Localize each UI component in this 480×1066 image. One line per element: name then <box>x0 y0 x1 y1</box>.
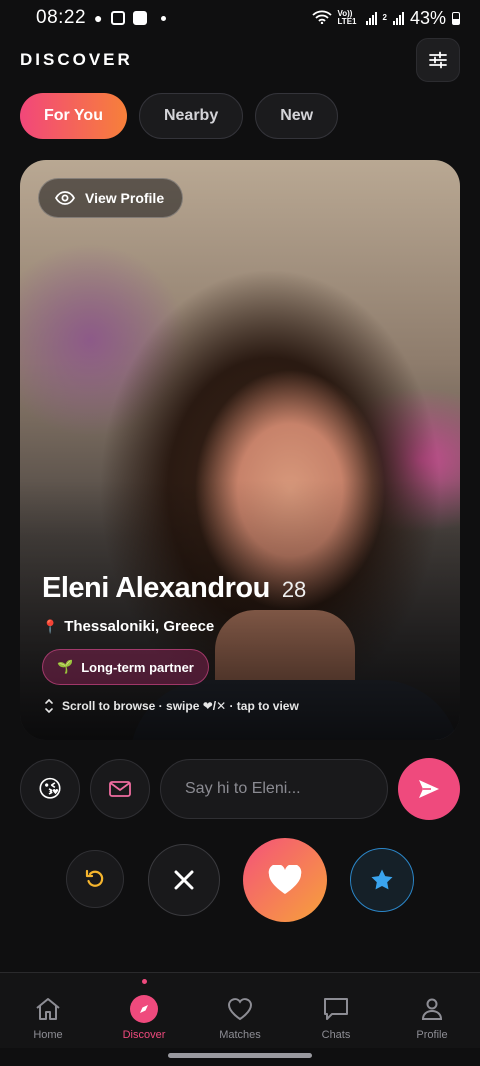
like-button[interactable] <box>243 838 327 922</box>
browse-hint: Scroll to browse · swipe ❤/✕ · tap to vi… <box>44 698 299 714</box>
profile-location: 📍 Thessaloniki, Greece <box>42 618 214 635</box>
battery-icon <box>452 11 460 25</box>
nav-chats-label: Chats <box>321 1029 351 1041</box>
send-icon <box>419 780 439 798</box>
nav-chats[interactable]: Chats <box>288 973 384 1048</box>
profile-card[interactable]: View Profile Eleni Alexandrou 28 📍 Thess… <box>20 160 460 740</box>
view-profile-button[interactable]: View Profile <box>38 178 184 218</box>
location-label: Thessaloniki, Greece <box>64 618 215 635</box>
profile-name: Eleni Alexandrou <box>42 572 270 604</box>
filter-button[interactable] <box>416 38 460 82</box>
signal-2-icon <box>392 11 404 25</box>
tab-nearby[interactable]: Nearby <box>138 93 244 139</box>
nav-home[interactable]: Home <box>0 973 96 1048</box>
swipe-actions <box>0 838 480 924</box>
name-row: Eleni Alexandrou 28 <box>42 572 306 605</box>
profile-age: 28 <box>281 577 307 602</box>
pin-icon: 📍 <box>42 618 59 634</box>
message-input[interactable]: Say hi to Eleni... <box>160 759 388 819</box>
home-icon <box>34 995 62 1023</box>
close-icon <box>174 870 194 890</box>
discover-tabs: For You Nearby New <box>20 93 339 139</box>
active-indicator-dot <box>141 979 147 984</box>
battery-percent: 43% <box>409 7 446 28</box>
heart-icon <box>268 865 302 894</box>
star-icon <box>371 869 393 890</box>
status-time: 08:22 <box>36 7 87 28</box>
undo-icon <box>85 869 104 887</box>
envelope-icon <box>109 781 131 797</box>
nav-profile[interactable]: Profile <box>384 973 480 1048</box>
nav-profile-label: Profile <box>416 1029 448 1041</box>
page-title: DISCOVER <box>20 50 133 69</box>
compass-icon <box>130 995 158 1023</box>
scroll-arrows-icon <box>45 698 53 714</box>
nav-matches[interactable]: Matches <box>192 973 288 1048</box>
rewind-button[interactable] <box>66 850 124 908</box>
bottom-nav: Home Discover Matches Chats Profile <box>0 972 480 1048</box>
signal-1-icon <box>365 11 377 25</box>
notification-dot-icon <box>160 15 166 21</box>
super-like-button[interactable] <box>350 848 414 912</box>
check-icon <box>132 11 147 25</box>
status-bar: 08:22 ● Vo)) LTE1 2 43% <box>0 0 480 36</box>
instagram-icon <box>110 11 125 25</box>
volte-label: Vo)) LTE1 <box>337 9 357 26</box>
view-profile-label: View Profile <box>85 190 165 206</box>
heart-outline-icon <box>226 995 254 1023</box>
mail-button[interactable] <box>90 759 150 819</box>
user-icon <box>418 995 446 1023</box>
nav-home-label: Home <box>33 1029 63 1041</box>
gesture-home-bar[interactable] <box>168 1053 312 1058</box>
flame-icon: ● <box>94 10 103 26</box>
nav-matches-label: Matches <box>219 1029 261 1041</box>
page-header: DISCOVER <box>20 38 460 82</box>
kiss-emoji-icon: 😘 <box>37 775 63 803</box>
seedling-icon: 🌱 <box>57 659 74 674</box>
intent-badge: 🌱 Long-term partner <box>42 649 209 685</box>
sim-2-label: 2 <box>382 13 387 22</box>
eye-icon <box>55 191 75 205</box>
tab-for-you[interactable]: For You <box>20 93 127 139</box>
message-composer: 😘 Say hi to Eleni... <box>20 758 460 820</box>
chat-bubble-icon <box>322 995 350 1023</box>
sliders-icon <box>429 51 447 69</box>
nav-discover[interactable]: Discover <box>96 973 192 1048</box>
tab-new[interactable]: New <box>255 93 339 139</box>
dislike-button[interactable] <box>148 844 220 916</box>
intent-label: Long-term partner <box>81 659 194 675</box>
emoji-kiss-button[interactable]: 😘 <box>20 759 80 819</box>
nav-discover-label: Discover <box>122 1029 166 1041</box>
wifi-icon <box>311 8 332 29</box>
send-button[interactable] <box>398 758 460 820</box>
browse-hint-text: Scroll to browse · swipe ❤/✕ · tap to vi… <box>62 699 299 713</box>
